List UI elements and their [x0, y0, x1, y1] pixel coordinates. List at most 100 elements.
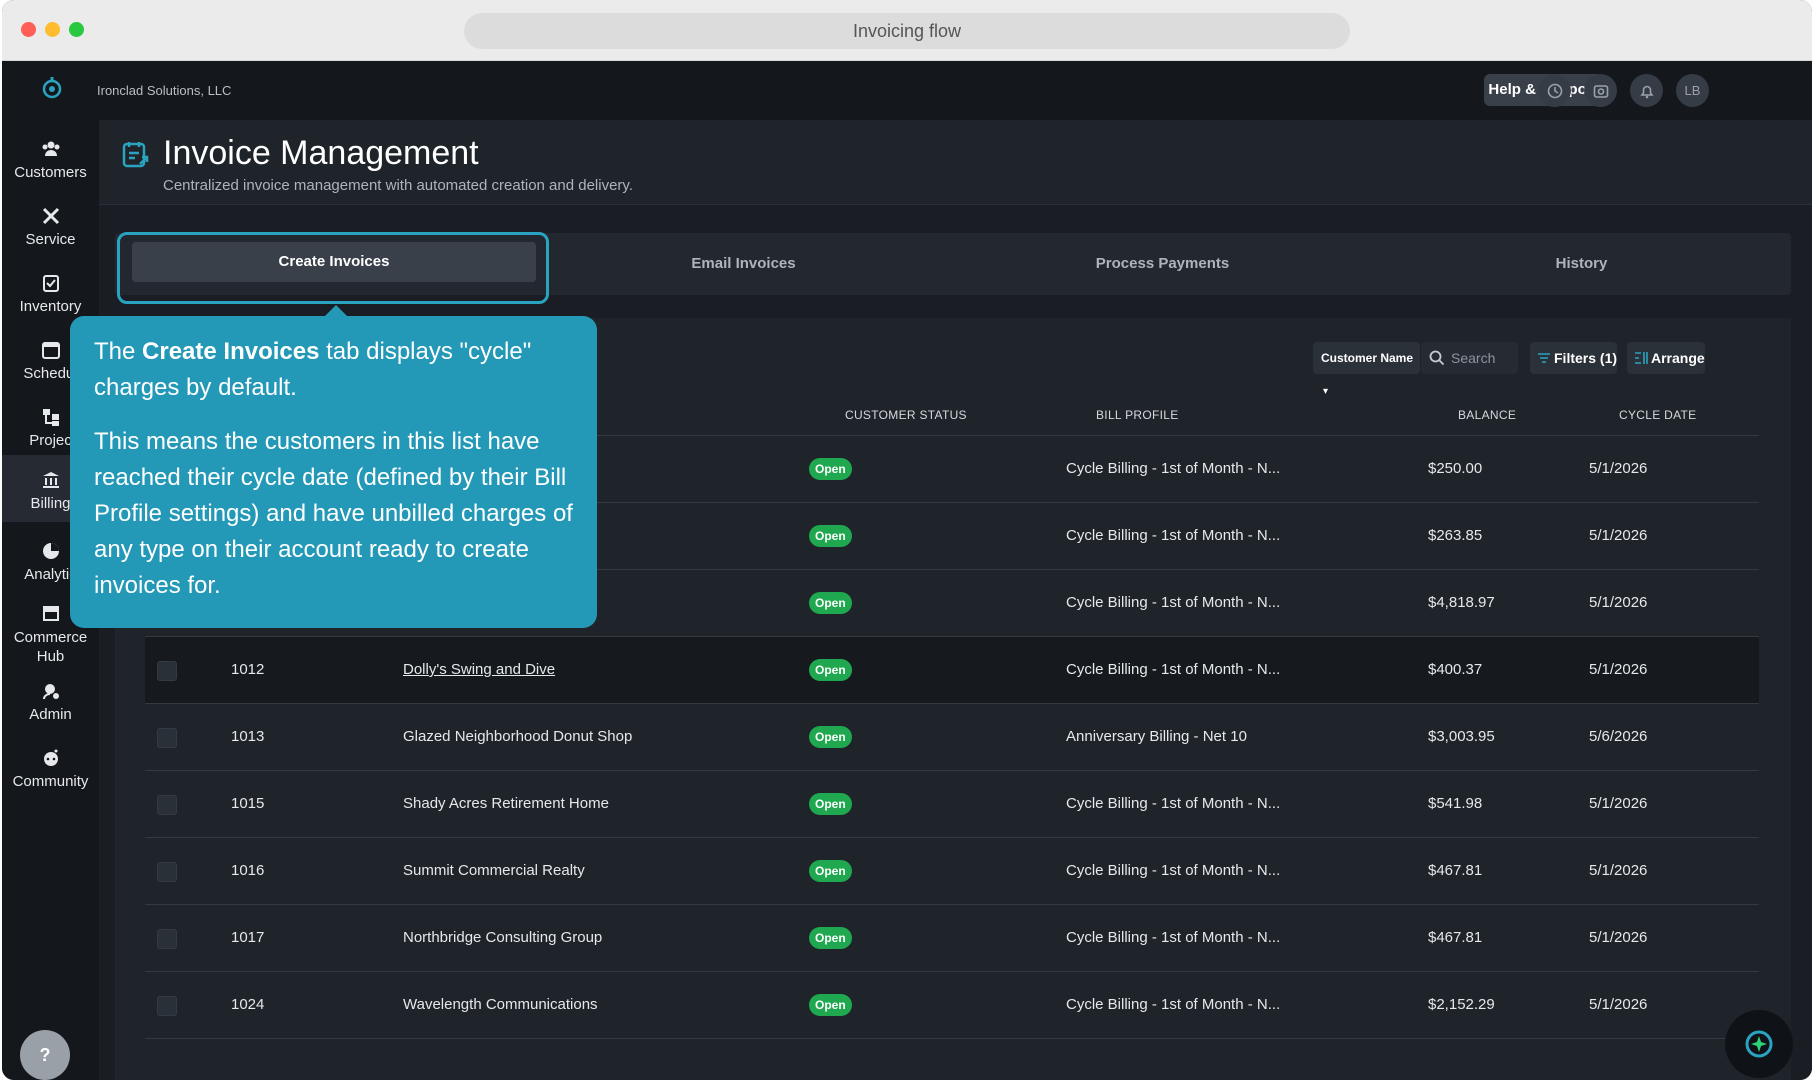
sidebar-item-label: Customers [14, 164, 87, 181]
row-checkbox[interactable] [157, 728, 177, 748]
row-checkbox[interactable] [157, 795, 177, 815]
status-badge: Open [809, 793, 852, 815]
customer-name-cell: Northbridge Consulting Group [403, 929, 603, 946]
projects-icon [42, 409, 59, 426]
chevron-down-icon: ▾ [1323, 386, 1329, 397]
tooltip-bold-text: Create Invoices [142, 338, 320, 365]
bill-profile-cell: Cycle Billing - 1st of Month - N... [1066, 795, 1281, 812]
user-avatar[interactable]: LB [1676, 74, 1709, 107]
status-badge: Open [809, 726, 852, 748]
sidebar-item-inventory[interactable]: Inventory [2, 264, 99, 324]
cycle-date-cell: 5/1/2026 [1589, 862, 1648, 879]
close-window-button[interactable] [21, 22, 36, 37]
maximize-window-button[interactable] [69, 22, 84, 37]
invoice-icon [122, 142, 149, 168]
column-header-balance[interactable]: BALANCE [1458, 408, 1516, 422]
cycle-date-cell: 5/1/2026 [1589, 594, 1648, 611]
sidebar-item-label: Admin [29, 706, 72, 723]
row-checkbox[interactable] [157, 996, 177, 1016]
status-badge: Open [809, 458, 852, 480]
column-header-cycle-date[interactable]: CYCLE DATE [1619, 408, 1696, 422]
bill-profile-cell: Cycle Billing - 1st of Month - N... [1066, 862, 1281, 879]
tab-email-invoices[interactable]: Email Invoices [534, 233, 953, 295]
row-checkbox[interactable] [157, 929, 177, 949]
balance-cell: $541.98 [1428, 795, 1483, 812]
customer-id-cell: 1013 [231, 728, 265, 745]
page-header: Invoice Management Centralized invoice m… [99, 120, 1812, 205]
bill-profile-cell: Anniversary Billing - Net 10 [1066, 728, 1247, 745]
sidebar-item-community[interactable]: Community [2, 739, 99, 799]
page-title: Invoice Management [163, 134, 479, 172]
table-row[interactable]: 1013 Glazed Neighborhood Donut Shop Open An… [145, 704, 1759, 771]
sidebar-item-label: Inventory [19, 298, 82, 315]
customer-name-cell[interactable]: Dolly's Swing and Dive [403, 661, 555, 678]
customer-name-cell: Shady Acres Retirement Home [403, 795, 609, 812]
column-header-status[interactable]: CUSTOMER STATUS [845, 408, 967, 422]
balance-cell: $3,003.95 [1428, 728, 1495, 745]
bill-profile-cell: Cycle Billing - 1st of Month - N... [1066, 527, 1281, 544]
admin-icon [42, 684, 59, 700]
camera-button[interactable] [1584, 74, 1617, 107]
sidebar-item-label: Projec [29, 432, 72, 449]
row-checkbox[interactable] [157, 661, 177, 681]
table-row[interactable]: 1017 Northbridge Consulting Group Open Cycl… [145, 905, 1759, 972]
cycle-date-cell: 5/1/2026 [1589, 661, 1648, 678]
sidebar-item-label: Community [12, 773, 89, 790]
status-badge: Open [809, 525, 852, 547]
balance-cell: $467.81 [1428, 862, 1483, 879]
filters-label: Filters (1) [1554, 350, 1618, 366]
cycle-date-cell: 5/1/2026 [1589, 996, 1648, 1013]
app-logo-icon[interactable] [40, 76, 64, 100]
balance-cell: $467.81 [1428, 929, 1483, 946]
tooltip-paragraph-2: This means the customers in this list ha… [94, 428, 573, 599]
ai-assistant-icon [1745, 1030, 1773, 1058]
arrange-icon [1635, 352, 1648, 364]
notifications-button[interactable] [1630, 74, 1663, 107]
bank-icon [42, 472, 59, 488]
table-row[interactable]: 1024 Wavelength Communications Open Cycle B… [145, 972, 1759, 1039]
table-row[interactable]: 1015 Shady Acres Retirement Home Open Cycle… [145, 771, 1759, 838]
table-row[interactable]: 1012 Dolly's Swing and Dive Open Cycle Bill… [145, 637, 1759, 704]
help-button[interactable]: ? [20, 1030, 70, 1080]
sidebar-item-label: Analytic [24, 566, 77, 583]
bill-profile-cell: Cycle Billing - 1st of Month - N... [1066, 460, 1281, 477]
camera-icon [1593, 84, 1608, 98]
tab-create-invoices[interactable]: Create Invoices [132, 242, 536, 282]
customer-field-select[interactable]: Customer Name ▾ [1313, 342, 1420, 397]
status-badge: Open [809, 659, 852, 681]
minimize-window-button[interactable] [45, 22, 60, 37]
page-subtitle: Centralized invoice management with auto… [163, 177, 633, 194]
tab-history[interactable]: History [1372, 233, 1791, 295]
balance-cell: $263.85 [1428, 527, 1483, 544]
service-icon [42, 207, 59, 225]
table-row[interactable]: 1016 Summit Commercial Realty Open Cycle Bi… [145, 838, 1759, 905]
sidebar-item-label: Commerce Hub [13, 629, 88, 665]
status-badge: Open [809, 994, 852, 1016]
balance-cell: $250.00 [1428, 460, 1483, 477]
sidebar-item-label: Service [25, 231, 76, 248]
row-checkbox[interactable] [157, 862, 177, 882]
assistant-button[interactable] [1725, 1010, 1793, 1078]
community-icon [43, 749, 58, 766]
sidebar-item-customers[interactable]: Customers [2, 130, 99, 190]
customer-id-cell: 1017 [231, 929, 265, 946]
cycle-date-cell: 5/1/2026 [1589, 527, 1648, 544]
sidebar-item-label: Billing [30, 495, 71, 512]
store-icon [42, 606, 59, 621]
filters-button[interactable]: Filters (1) [1530, 342, 1617, 374]
bell-icon [1639, 85, 1654, 98]
sidebar-item-service[interactable]: Service [2, 197, 99, 257]
bill-profile-cell: Cycle Billing - 1st of Month - N... [1066, 594, 1281, 611]
search-placeholder: Search [1451, 350, 1496, 366]
history-button[interactable] [1538, 74, 1571, 107]
cycle-date-cell: 5/1/2026 [1589, 460, 1648, 477]
app-window: Invoicing flow Ironclad Solutions, LLC H… [2, 0, 1812, 1080]
sidebar-item-admin[interactable]: Admin [2, 672, 99, 732]
arrange-label: Arrange [1651, 350, 1705, 366]
arrange-button[interactable]: Arrange [1627, 342, 1705, 374]
search-input[interactable]: Search [1421, 342, 1518, 374]
bill-profile-cell: Cycle Billing - 1st of Month - N... [1066, 929, 1281, 946]
tab-process-payments[interactable]: Process Payments [953, 233, 1372, 295]
column-header-bill-profile[interactable]: BILL PROFILE [1096, 408, 1179, 422]
customer-name-cell: Summit Commercial Realty [403, 862, 585, 879]
